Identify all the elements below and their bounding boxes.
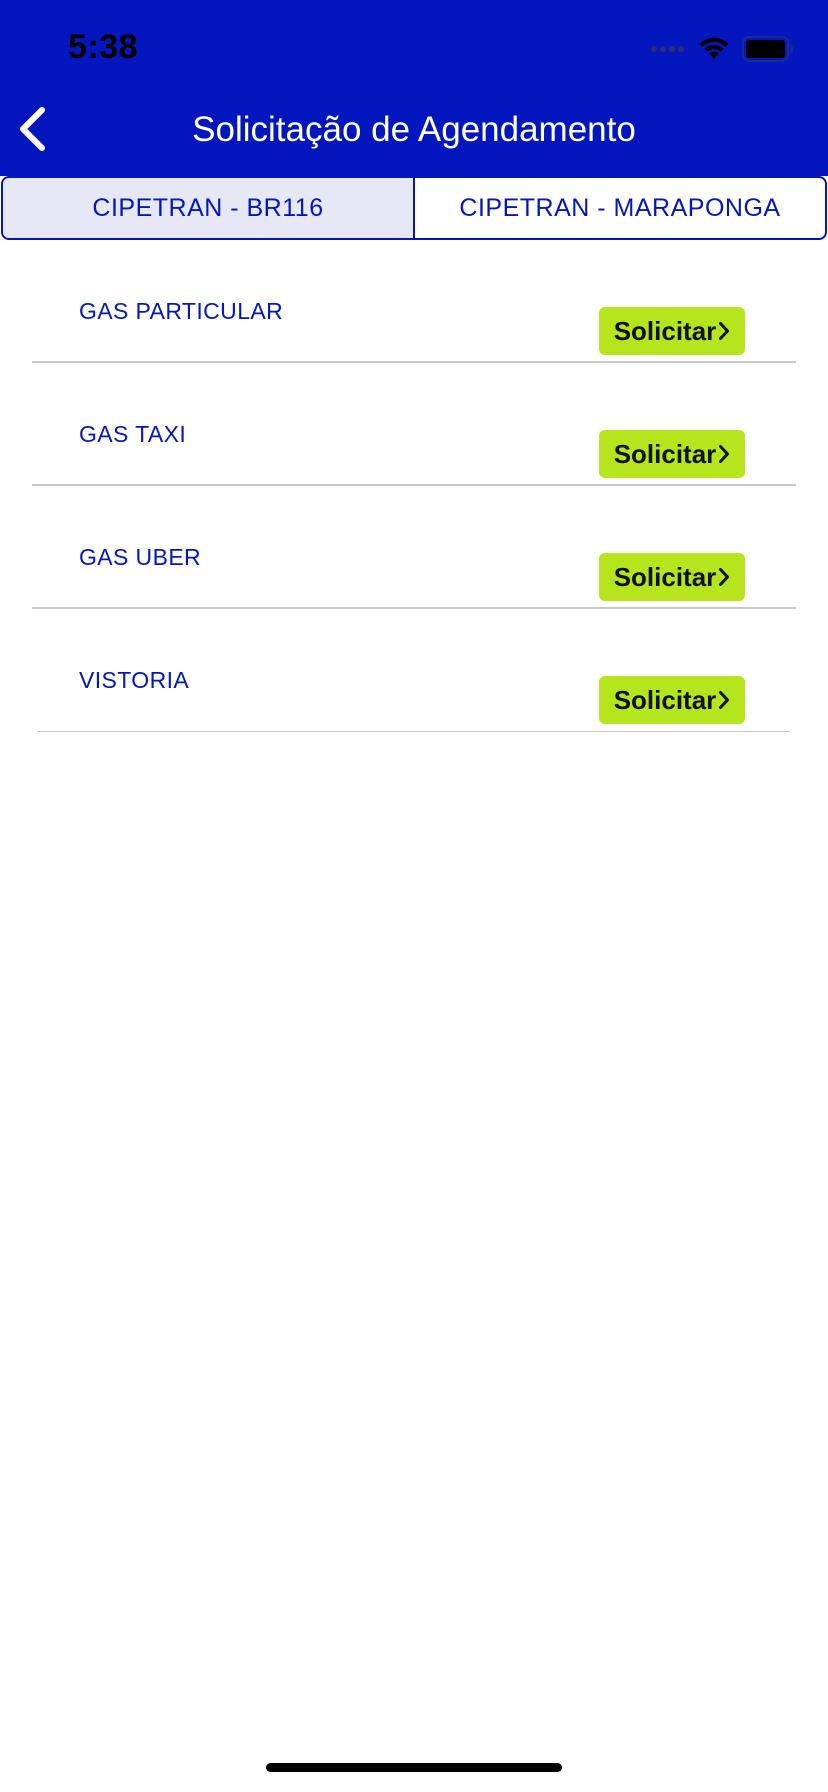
tab-cipetran-maraponga[interactable]: CIPETRAN - MARAPONGA bbox=[415, 178, 825, 238]
button-label: Solicitar bbox=[613, 684, 717, 715]
row-separator bbox=[38, 731, 790, 732]
button-label: Solicitar bbox=[613, 315, 717, 346]
item-label: GAS PARTICULAR bbox=[79, 298, 284, 324]
solicitar-button[interactable]: Solicitar bbox=[599, 553, 745, 601]
item-label: GAS TAXI bbox=[79, 421, 187, 447]
screen: 5:38 Solicitação de Agendamento CIPETRAN… bbox=[0, 0, 828, 1792]
list-item-gas-taxi: GAS TAXI Solicitar bbox=[0, 363, 828, 486]
home-indicator[interactable] bbox=[266, 1763, 562, 1772]
list-item-gas-particular: GAS PARTICULAR Solicitar bbox=[0, 240, 828, 363]
page-title: Solicitação de Agendamento bbox=[192, 110, 636, 149]
wifi-icon bbox=[699, 37, 729, 59]
location-segmented-control: CIPETRAN - BR116 CIPETRAN - MARAPONGA bbox=[1, 176, 827, 240]
status-icons bbox=[651, 36, 794, 62]
chevron-right-icon bbox=[719, 322, 730, 340]
item-label: GAS UBER bbox=[79, 544, 202, 570]
cellular-signal-icon bbox=[651, 46, 684, 52]
battery-icon bbox=[742, 36, 793, 62]
service-list: GAS PARTICULAR Solicitar GAS TAXI Solici… bbox=[0, 240, 828, 732]
solicitar-button[interactable]: Solicitar bbox=[599, 307, 745, 355]
list-item-vistoria: VISTORIA Solicitar bbox=[0, 609, 828, 732]
button-label: Solicitar bbox=[613, 438, 717, 469]
solicitar-button[interactable]: Solicitar bbox=[599, 430, 745, 478]
button-label: Solicitar bbox=[613, 561, 717, 592]
chevron-right-icon bbox=[719, 568, 730, 586]
chevron-right-icon bbox=[719, 691, 730, 709]
back-button[interactable] bbox=[12, 102, 52, 156]
chevron-left-icon bbox=[20, 107, 45, 151]
list-item-gas-uber: GAS UBER Solicitar bbox=[0, 486, 828, 609]
chevron-right-icon bbox=[719, 445, 730, 463]
status-time: 5:38 bbox=[68, 28, 139, 66]
item-label: VISTORIA bbox=[79, 667, 190, 693]
navigation-bar: 5:38 Solicitação de Agendamento bbox=[0, 0, 828, 176]
solicitar-button[interactable]: Solicitar bbox=[599, 676, 745, 724]
tab-cipetran-br116[interactable]: CIPETRAN - BR116 bbox=[3, 178, 413, 238]
